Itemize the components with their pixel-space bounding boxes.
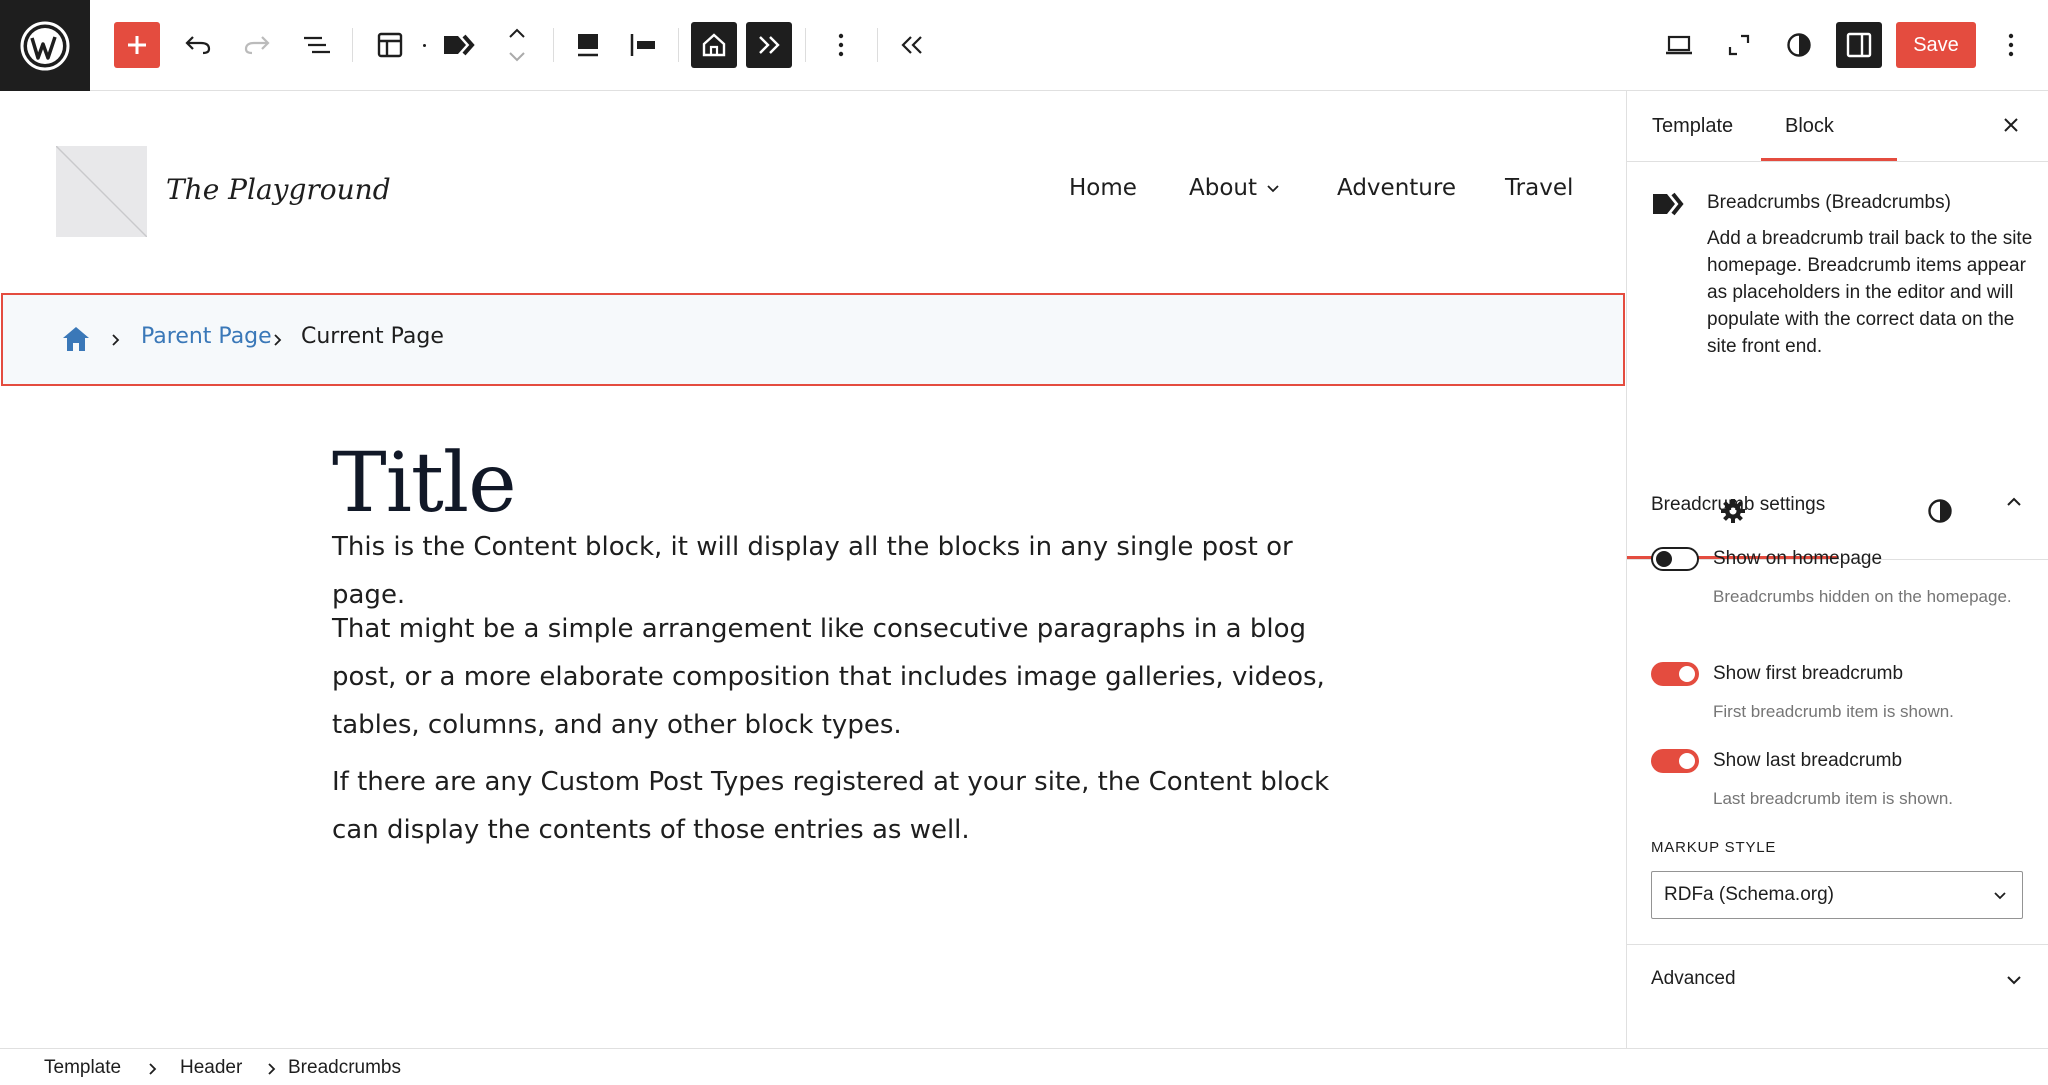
toolbar-divider	[352, 28, 353, 62]
toolbar-divider	[553, 28, 554, 62]
show-last-breadcrumb-toggle[interactable]	[1651, 749, 1699, 773]
show-on-homepage-toggle[interactable]	[1651, 547, 1699, 571]
styles-icon[interactable]	[1776, 22, 1822, 68]
nav-item-travel[interactable]: Travel	[1505, 175, 1573, 201]
styles-icon[interactable]	[1927, 498, 1953, 524]
breadcrumb-current-page: Current Page	[301, 324, 444, 349]
nav-item-about[interactable]: About	[1189, 175, 1257, 201]
chevron-down-icon[interactable]	[2005, 974, 2023, 986]
chevron-up-icon[interactable]	[2005, 496, 2023, 508]
more-options-icon[interactable]	[818, 22, 864, 68]
home-icon[interactable]	[61, 325, 91, 353]
toggle-label: Show first breadcrumb	[1713, 663, 1904, 684]
template-part-icon[interactable]	[367, 22, 413, 68]
content-paragraph[interactable]: That might be a simple arrangement like …	[332, 605, 1332, 749]
separator-chevrons-toggle[interactable]	[746, 22, 792, 68]
fullscreen-icon[interactable]	[1716, 22, 1762, 68]
toggle-label: Show last breadcrumb	[1713, 750, 1903, 771]
undo-icon[interactable]	[175, 22, 221, 68]
toggle-label: Show on homepage	[1713, 548, 1883, 569]
chevron-right-icon	[268, 1063, 276, 1075]
advanced-panel-title[interactable]: Advanced	[1651, 968, 1736, 990]
redo-icon[interactable]	[234, 22, 280, 68]
list-view-icon[interactable]	[294, 22, 340, 68]
active-tab-indicator	[1761, 158, 1897, 161]
footer-breadcrumb-item[interactable]: Template	[44, 1057, 121, 1079]
toggle-help: Breadcrumbs hidden on the homepage.	[1713, 587, 2012, 606]
nav-item-adventure[interactable]: Adventure	[1337, 175, 1456, 201]
panel-divider	[1627, 944, 2048, 945]
breadcrumb-parent-link[interactable]: Parent Page	[141, 324, 272, 349]
collapse-toolbar-icon[interactable]	[889, 22, 935, 68]
chevron-right-icon	[149, 1063, 157, 1075]
chevron-down-icon	[1994, 892, 2006, 900]
tab-template[interactable]: Template	[1652, 115, 1733, 138]
breadcrumbs-block[interactable]: Parent Page Current Page	[1, 293, 1625, 386]
chevron-down-icon	[1267, 185, 1279, 193]
site-title[interactable]: The Playground	[166, 173, 391, 206]
save-button[interactable]: Save	[1896, 22, 1976, 68]
post-title[interactable]: Title	[332, 436, 517, 531]
tab-block[interactable]: Block	[1785, 115, 1834, 138]
chevron-right-icon	[112, 334, 120, 346]
show-first-breadcrumb-toggle[interactable]	[1651, 662, 1699, 686]
nav-item-home[interactable]: Home	[1069, 175, 1137, 201]
add-block-button[interactable]	[114, 22, 160, 68]
options-menu-icon[interactable]	[1988, 22, 2034, 68]
footer-breadcrumb-item[interactable]: Breadcrumbs	[288, 1057, 401, 1079]
desktop-preview-icon[interactable]	[1656, 22, 1702, 68]
toolbar-divider	[877, 28, 878, 62]
editor-toolbar: Save	[0, 0, 2048, 91]
toggle-help: First breadcrumb item is shown.	[1713, 702, 1954, 721]
close-icon[interactable]	[1999, 113, 2023, 137]
content-paragraph[interactable]: If there are any Custom Post Types regis…	[332, 758, 1332, 854]
align-top-icon[interactable]	[565, 22, 611, 68]
sidebar-tabs: Template Block	[1627, 91, 2048, 162]
breadcrumbs-block-icon	[1653, 192, 1684, 216]
block-breadcrumb-bar: Template Header Breadcrumbs	[0, 1048, 2048, 1085]
justify-left-icon[interactable]	[620, 22, 666, 68]
settings-sidebar-toggle[interactable]	[1836, 22, 1882, 68]
show-home-icon-toggle[interactable]	[691, 22, 737, 68]
toolbar-divider	[805, 28, 806, 62]
site-logo-placeholder[interactable]	[56, 146, 147, 237]
toolbar-divider	[678, 28, 679, 62]
chevron-right-icon	[274, 334, 282, 346]
markup-style-label: MARKUP STYLE	[1651, 839, 1777, 856]
block-card-description: Add a breadcrumb trail back to the site …	[1707, 228, 2033, 357]
breadcrumbs-block-icon[interactable]	[436, 22, 482, 68]
move-up-down-icon[interactable]	[494, 22, 540, 68]
markup-style-select[interactable]: RDFa (Schema.org)	[1651, 871, 2023, 919]
dot-separator	[423, 44, 426, 47]
block-card-title: Breadcrumbs (Breadcrumbs)	[1707, 192, 1951, 213]
breadcrumb-settings-panel-title[interactable]: Breadcrumb settings	[1651, 494, 1825, 516]
footer-breadcrumb-item[interactable]: Header	[180, 1057, 242, 1079]
settings-sidebar: Template Block Breadcrumbs (Breadcrumbs)…	[1626, 91, 2048, 1048]
wordpress-logo-icon[interactable]	[0, 0, 90, 91]
toggle-help: Last breadcrumb item is shown.	[1713, 789, 1953, 808]
editor-canvas: The Playground Home About Adventure Trav…	[0, 91, 1626, 1048]
